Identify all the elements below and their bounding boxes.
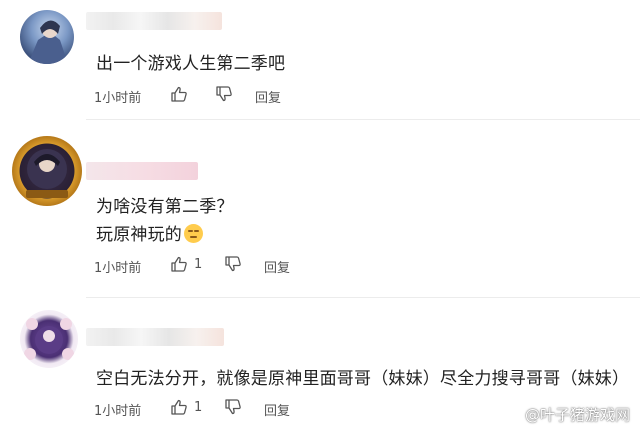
avatar[interactable] — [12, 136, 82, 206]
timestamp: 1小时前 — [94, 404, 142, 419]
comment-meta: 1小时前 1 回复 — [94, 255, 314, 277]
thumbs-down-icon — [225, 256, 241, 272]
watermark: @叶子猪游戏网 — [524, 406, 630, 424]
thumbs-down-icon — [225, 399, 241, 415]
comment-text: 玩原神玩的 — [96, 225, 182, 245]
thumbs-up-icon — [171, 256, 187, 272]
username-redacted[interactable] — [86, 12, 222, 30]
comment-meta: 1小时前 1 回复 — [94, 398, 314, 420]
thumbs-up-icon — [171, 86, 187, 102]
timestamp: 1小时前 — [94, 91, 142, 106]
like-count: 1 — [194, 257, 203, 272]
comment-text-line-2: 玩原神玩的 — [96, 224, 203, 246]
avatar[interactable] — [20, 310, 78, 368]
username-redacted[interactable] — [86, 328, 224, 346]
avatar-badge-icon — [26, 149, 68, 198]
face-with-smirk-emoji-icon — [184, 224, 203, 243]
reply-button[interactable]: 回复 — [264, 400, 290, 419]
reply-button[interactable]: 回复 — [255, 87, 281, 106]
username-redacted[interactable] — [86, 162, 198, 180]
comment-text-line: 为啥没有第二季？ — [96, 197, 234, 217]
comment-meta: 1小时前 回复 — [94, 85, 314, 107]
comment-1: 出一个游戏人生第二季吧 1小时前 回复 — [0, 0, 640, 116]
reply-button[interactable]: 回复 — [264, 257, 290, 276]
comment-text-line: 空白无法分开，就像是原神里面哥哥（妹妹）尽全力搜寻哥哥（妹妹） — [96, 369, 630, 389]
thumbs-down-icon — [216, 86, 232, 102]
thumbs-up-icon — [171, 399, 187, 415]
comment-2: 为啥没有第二季？ 玩原神玩的 1小时前 1 回复 — [0, 120, 640, 296]
like-count: 1 — [194, 400, 203, 415]
avatar-image-icon — [28, 20, 68, 64]
timestamp: 1小时前 — [94, 261, 142, 276]
comment-text-line: 出一个游戏人生第二季吧 — [96, 54, 286, 74]
avatar-image-icon — [24, 318, 74, 360]
avatar[interactable] — [20, 10, 74, 64]
